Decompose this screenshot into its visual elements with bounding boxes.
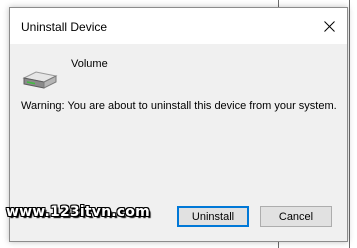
close-icon (323, 20, 335, 32)
title-bar: Uninstall Device (10, 8, 347, 44)
background-window-edge (349, 0, 350, 248)
dialog-title: Uninstall Device (21, 20, 108, 34)
close-button[interactable] (311, 8, 347, 44)
warning-message: Warning: You are about to uninstall this… (21, 100, 337, 112)
cancel-button[interactable]: Cancel (260, 206, 332, 227)
uninstall-button[interactable]: Uninstall (177, 206, 249, 227)
device-name: Volume (71, 58, 108, 70)
watermark-text: www.123itvn.com (6, 204, 150, 220)
drive-icon (22, 64, 58, 92)
